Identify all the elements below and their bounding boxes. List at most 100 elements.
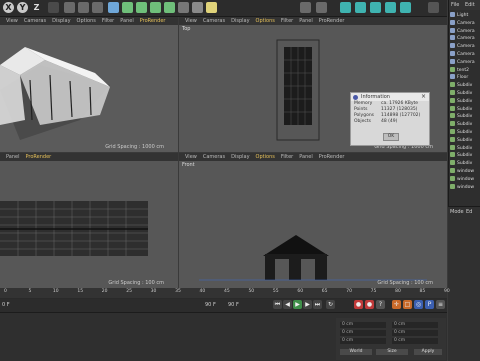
menu-options[interactable]: Options <box>256 18 275 24</box>
pen-icon[interactable] <box>122 2 133 13</box>
end-frame-field[interactable]: 90 F <box>228 302 239 308</box>
menu-panel[interactable]: Panel <box>299 154 313 160</box>
menu-prorender[interactable]: ProRender <box>140 18 166 24</box>
attr-tab-mode[interactable]: Mode <box>450 209 464 215</box>
rotation-key-icon[interactable]: ◎ <box>414 300 423 309</box>
menu-panel[interactable]: Panel <box>120 18 134 24</box>
timeline-ruler[interactable]: 0 5 10 15 20 25 30 35 40 45 50 55 60 65 70 75 80 85 90 <box>0 288 450 298</box>
perspective-viewport[interactable]: View Cameras Display Options Filter Panel ProR… <box>0 17 178 152</box>
layout-icon[interactable] <box>428 2 439 13</box>
menu-view[interactable]: View <box>6 18 18 24</box>
object-list-item[interactable]: Subdiv <box>450 97 472 105</box>
parameter-key-icon[interactable]: P <box>425 300 434 309</box>
object-list-item[interactable]: window <box>450 175 474 183</box>
object-list-item[interactable]: window <box>450 168 474 175</box>
go-to-start-icon[interactable]: ⏮ <box>273 300 282 309</box>
object-list-item[interactable]: Subdiv <box>450 82 472 89</box>
object-list-item[interactable]: Light <box>450 12 468 19</box>
menu-filter[interactable]: Filter <box>102 18 114 24</box>
object-list-item[interactable]: Subdiv <box>450 90 472 97</box>
coord-size-y[interactable]: 0 cm <box>392 330 438 336</box>
attr-tab-edit[interactable]: Ed <box>466 209 472 215</box>
coord-position-z[interactable]: 0 cm <box>340 338 386 344</box>
auto-key-icon[interactable]: ● <box>365 300 374 309</box>
menu-display[interactable]: Display <box>52 18 70 24</box>
coord-position-x[interactable]: 0 cm <box>340 322 386 328</box>
cube-icon[interactable] <box>108 2 119 13</box>
environment-icon[interactable] <box>178 2 189 13</box>
menu-prorender[interactable]: ProRender <box>26 154 52 160</box>
object-list-item[interactable]: Subdiv <box>450 129 472 136</box>
z-axis-toggle[interactable]: Z <box>31 2 42 13</box>
menu-display[interactable]: Display <box>231 18 249 24</box>
scale-key-icon[interactable]: □ <box>403 300 412 309</box>
menu-options[interactable]: Options <box>256 154 275 160</box>
object-list-item[interactable]: Camera <box>450 27 475 35</box>
object-list-item[interactable]: Subdiv <box>450 160 472 167</box>
record-keyframe-icon[interactable]: ● <box>354 300 363 309</box>
bend-icon[interactable] <box>164 2 175 13</box>
go-to-end-icon[interactable]: ⏭ <box>313 300 322 309</box>
menu-prorender[interactable]: ProRender <box>319 18 345 24</box>
right-viewport[interactable]: Panel ProRender Grid Spacing : 100 cm <box>0 153 178 288</box>
next-frame-icon[interactable]: ▶ <box>303 300 312 309</box>
menu-prorender[interactable]: ProRender <box>319 154 345 160</box>
snap-icon[interactable] <box>316 2 327 13</box>
camera-icon[interactable] <box>192 2 203 13</box>
render-picture-icon[interactable] <box>78 2 89 13</box>
close-icon[interactable]: × <box>421 93 426 101</box>
array-icon[interactable] <box>150 2 161 13</box>
object-list-item[interactable]: Camera <box>450 43 475 50</box>
play-icon[interactable]: ▶ <box>293 300 302 309</box>
menu-options[interactable]: Options <box>77 18 96 24</box>
workplane-icon[interactable] <box>300 2 311 13</box>
object-list-item[interactable]: Floor <box>450 74 468 81</box>
ok-button[interactable]: OK <box>383 133 399 141</box>
tool-icon-4[interactable] <box>385 2 396 13</box>
coord-size-z[interactable]: 0 cm <box>392 338 438 344</box>
menu-view[interactable]: View <box>185 154 197 160</box>
object-list-item[interactable]: tent2 <box>450 66 469 74</box>
size-mode-select[interactable]: Size <box>376 349 408 355</box>
coordinate-mode-select[interactable]: World <box>340 349 372 355</box>
object-list-item[interactable]: Subdiv <box>450 152 472 159</box>
menu-edit[interactable]: Edit <box>465 2 475 8</box>
start-frame-field[interactable]: 0 F <box>2 302 10 308</box>
object-list-item[interactable]: Camera <box>450 51 475 58</box>
menu-panel[interactable]: Panel <box>6 154 20 160</box>
x-axis-toggle[interactable]: X <box>3 2 14 13</box>
menu-display[interactable]: Display <box>231 154 249 160</box>
tool-icon-5[interactable] <box>400 2 411 13</box>
position-key-icon[interactable]: ✛ <box>392 300 401 309</box>
object-list-item[interactable]: Camera <box>450 35 475 42</box>
menu-view[interactable]: View <box>185 18 197 24</box>
object-list-item[interactable]: Subdiv <box>450 121 472 128</box>
object-list-item[interactable]: Camera <box>450 58 475 66</box>
light-icon[interactable] <box>206 2 217 13</box>
front-viewport[interactable]: View Cameras Display Options Filter Panel ProR… <box>179 153 447 288</box>
menu-filter[interactable]: Filter <box>281 18 293 24</box>
apply-button[interactable]: Apply <box>414 349 442 355</box>
object-list-item[interactable]: Subdiv <box>450 136 472 144</box>
tool-icon-2[interactable] <box>355 2 366 13</box>
menu-cameras[interactable]: Cameras <box>24 18 46 24</box>
loop-icon[interactable]: ↻ <box>326 300 335 309</box>
coord-size-x[interactable]: 0 cm <box>392 322 438 328</box>
tool-icon-1[interactable] <box>340 2 351 13</box>
object-list-item[interactable]: Subdiv <box>450 113 472 120</box>
object-list-item[interactable]: window <box>450 183 474 191</box>
render-settings-icon[interactable] <box>92 2 103 13</box>
menu-cameras[interactable]: Cameras <box>203 18 225 24</box>
menu-cameras[interactable]: Cameras <box>203 154 225 160</box>
coord-position-y[interactable]: 0 cm <box>340 330 386 336</box>
object-list-item[interactable]: Subdiv <box>450 144 472 152</box>
subdivision-icon[interactable] <box>136 2 147 13</box>
y-axis-toggle[interactable]: Y <box>17 2 28 13</box>
menu-filter[interactable]: Filter <box>281 154 293 160</box>
timeline-menu-icon[interactable]: ≡ <box>436 300 445 309</box>
keyframe-selection-icon[interactable]: ? <box>376 300 385 309</box>
tool-icon-3[interactable] <box>370 2 381 13</box>
coordinate-system-icon[interactable] <box>48 2 59 13</box>
menu-panel[interactable]: Panel <box>299 18 313 24</box>
current-frame-field[interactable]: 90 F <box>205 302 216 308</box>
